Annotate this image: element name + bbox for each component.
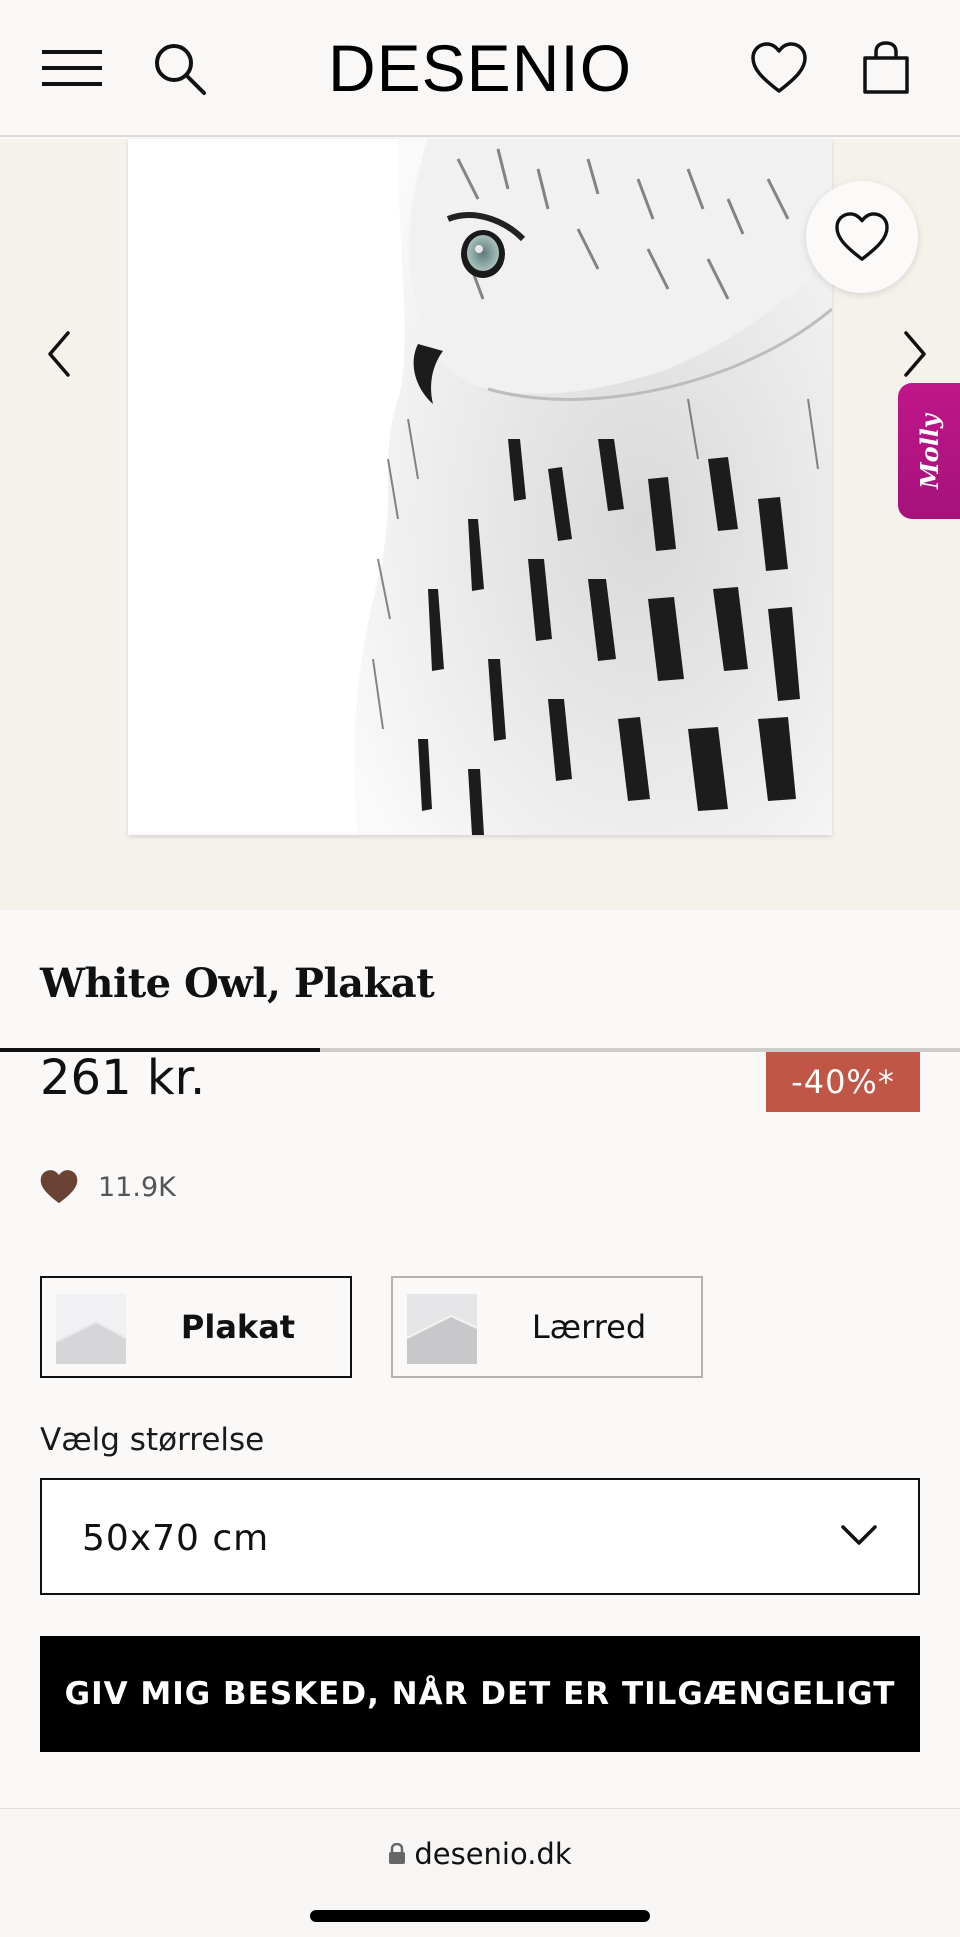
add-to-favorites-button[interactable] xyxy=(806,181,918,293)
product-image[interactable] xyxy=(128,139,832,835)
chevron-down-icon xyxy=(841,1525,877,1545)
chevron-left-icon xyxy=(48,331,70,377)
heart-outline-icon xyxy=(835,212,889,261)
format-option-canvas[interactable]: Lærred xyxy=(391,1276,703,1378)
menu-button[interactable] xyxy=(36,38,108,98)
likes-count: 11.9K xyxy=(98,1171,176,1203)
molly-assistant-tab[interactable]: Molly xyxy=(898,383,960,519)
chevron-right-icon xyxy=(904,331,926,377)
notify-when-available-button[interactable]: GIV MIG BESKED, NÅR DET ER TILGÆNGELIGT xyxy=(40,1636,920,1752)
heart-outline-icon xyxy=(751,42,807,93)
likes-counter[interactable]: 11.9K xyxy=(38,1168,176,1206)
address-bar[interactable]: desenio.dk xyxy=(0,1837,960,1871)
poster-thumbnail-icon xyxy=(56,1294,126,1364)
discount-badge: -40%* xyxy=(766,1052,920,1112)
heart-filled-icon xyxy=(40,1170,78,1204)
molly-label: Molly xyxy=(914,413,944,489)
format-option-label: Plakat xyxy=(180,1308,296,1346)
product-title: White Owl, Plakat xyxy=(40,960,435,1007)
size-select-value: 50x70 cm xyxy=(82,1518,270,1559)
search-button[interactable] xyxy=(145,34,215,104)
product-gallery[interactable]: Molly xyxy=(0,139,960,1052)
home-indicator[interactable] xyxy=(310,1910,650,1922)
size-select[interactable]: 50x70 cm xyxy=(40,1478,920,1595)
search-icon xyxy=(155,44,206,95)
browser-bottom-bar: desenio.dk xyxy=(0,1808,960,1937)
format-option-label: Lærred xyxy=(531,1308,647,1346)
hamburger-menu-icon xyxy=(42,50,102,86)
cart-button[interactable] xyxy=(852,32,920,104)
product-price: 261 kr. xyxy=(40,1050,206,1106)
url-domain: desenio.dk xyxy=(414,1837,572,1871)
owl-artwork xyxy=(128,139,832,835)
site-logo[interactable]: DESENIO xyxy=(328,28,631,108)
shopping-bag-icon xyxy=(863,41,909,94)
site-header: DESENIO xyxy=(0,0,960,137)
format-option-poster[interactable]: Plakat xyxy=(40,1276,352,1378)
previous-image-button[interactable] xyxy=(24,309,94,399)
wishlist-button[interactable] xyxy=(740,32,818,104)
size-label: Vælg størrelse xyxy=(40,1422,265,1458)
lock-icon xyxy=(389,1843,406,1864)
canvas-thumbnail-icon xyxy=(407,1294,477,1364)
